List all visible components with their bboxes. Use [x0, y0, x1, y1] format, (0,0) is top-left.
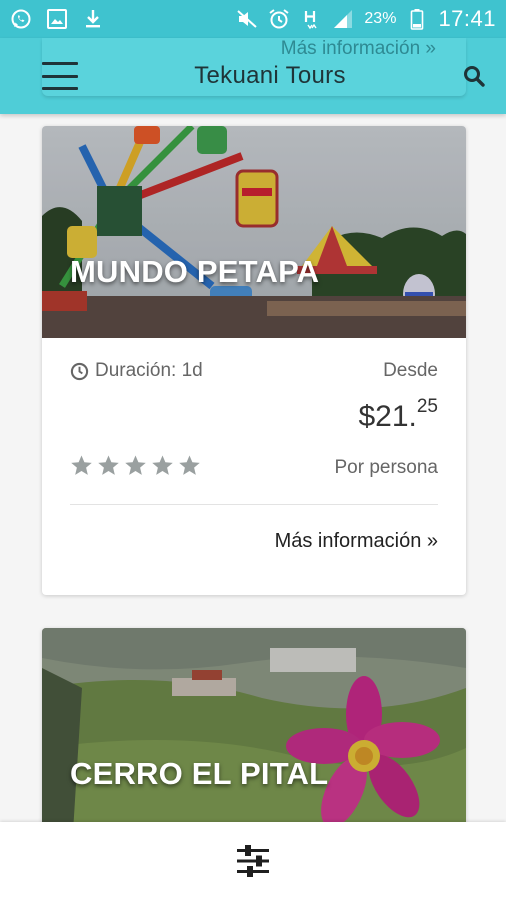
price-main: $21. — [358, 400, 417, 433]
status-bar: 23% 17:41 — [0, 0, 506, 38]
tour-card[interactable]: MUNDO PETAPA Duración: 1d Desde $21.25 P… — [42, 126, 466, 595]
signal-h-icon — [300, 8, 322, 30]
price-from-label: Desde — [383, 360, 438, 381]
previous-more-info-link[interactable]: Más información » — [281, 38, 436, 60]
tour-details: Duración: 1d Desde $21.25 Por persona Má… — [42, 338, 466, 595]
download-icon — [82, 8, 104, 30]
bottom-bar — [0, 822, 506, 900]
tour-card[interactable]: CERRO EL PITAL — [42, 628, 466, 848]
rating-stars — [70, 454, 201, 477]
clock: 17:41 — [438, 6, 496, 31]
tour-title: MUNDO PETAPA — [70, 254, 320, 289]
duration-label: Duración: 1d — [95, 360, 203, 381]
tour-image: MUNDO PETAPA — [42, 126, 466, 338]
notification-icons — [10, 8, 104, 30]
per-person-label: Por persona — [334, 457, 438, 478]
mountain-village-photo — [42, 628, 466, 848]
clock-icon — [70, 362, 89, 380]
amusement-park-photo — [42, 126, 466, 338]
signal-bars-icon — [332, 8, 354, 30]
tour-title: CERRO EL PITAL — [70, 756, 329, 791]
star-icon — [71, 455, 92, 475]
star-icon — [98, 455, 119, 475]
search-icon[interactable] — [462, 64, 486, 88]
image-icon — [46, 8, 68, 30]
whatsapp-icon — [10, 8, 32, 30]
duration: Duración: 1d — [70, 360, 203, 382]
system-icons: 23% 17:41 — [236, 6, 496, 32]
star-icon — [125, 455, 146, 475]
price: $21.25 — [358, 396, 438, 434]
alarm-icon — [268, 8, 290, 30]
app-title: Tekuani Tours — [194, 62, 346, 89]
mute-icon — [236, 8, 258, 30]
battery-icon — [406, 8, 428, 30]
tour-image: CERRO EL PITAL — [42, 628, 466, 848]
divider — [70, 504, 438, 505]
more-info-link[interactable]: Más información » — [275, 530, 438, 553]
price-cents: 25 — [416, 396, 438, 417]
star-icon — [152, 455, 173, 475]
star-icon — [179, 455, 200, 475]
app-bar: Más información » Tekuani Tours — [0, 38, 506, 114]
battery-percent: 23% — [364, 10, 397, 27]
sliders-filter-icon[interactable] — [235, 844, 271, 878]
